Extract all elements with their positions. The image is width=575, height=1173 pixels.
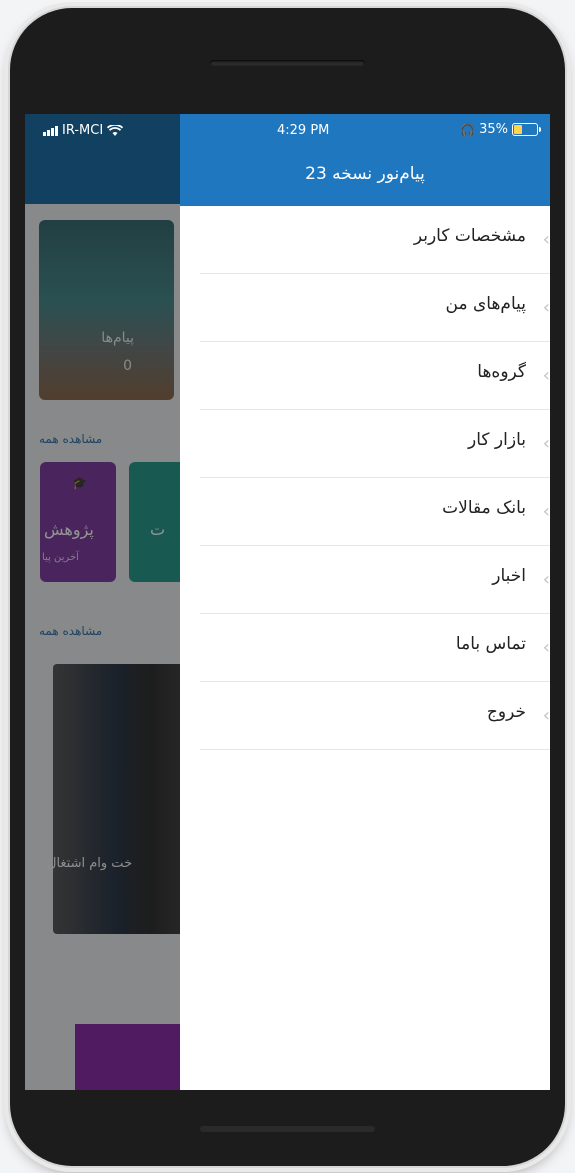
menu-item-job-market[interactable]: بازار کار ‹ [200,410,550,478]
chevron-left-icon: ‹ [542,229,550,250]
chevron-left-icon: ‹ [542,705,550,726]
chevron-left-icon: ‹ [542,297,550,318]
menu-item-my-messages[interactable]: پیام‌های من ‹ [200,274,550,342]
chevron-left-icon: ‹ [542,501,550,522]
page: پیام‌ها 0 مشاهده همه 🎓 پژوهش آخرین پیا ت… [0,0,575,1173]
chevron-left-icon: ‹ [542,365,550,386]
battery-percent: 35% [479,122,508,137]
clock: 4:29 PM [277,123,330,138]
menu-item-article-bank[interactable]: بانک مقالات ‹ [200,478,550,546]
wifi-icon [107,124,124,136]
menu-item-label: اخبار [492,566,526,586]
signal-icon [43,125,58,136]
menu-item-label: بانک مقالات [442,498,526,518]
carrier-label: IR-MCI [62,123,104,138]
menu-item-label: تماس باما [455,634,526,654]
drawer-menu: مشخصات کاربر ‹ پیام‌های من ‹ گروه‌ها ‹ ب… [200,206,550,750]
menu-item-label: پیام‌های من [445,294,526,314]
navigation-drawer: پیام‌نور نسخه 23 مشخصات کاربر ‹ پیام‌های… [180,114,550,1090]
menu-item-label: بازار کار [468,430,526,450]
speaker-grille [210,60,365,66]
chevron-left-icon: ‹ [542,637,550,658]
status-bar: IR-MCI 4:29 PM 🎧 35% [25,114,550,146]
chevron-left-icon: ‹ [542,433,550,454]
screen: پیام‌ها 0 مشاهده همه 🎓 پژوهش آخرین پیا ت… [25,114,550,1090]
phone-frame: پیام‌ها 0 مشاهده همه 🎓 پژوهش آخرین پیا ت… [10,8,565,1166]
menu-item-contact-us[interactable]: تماس باما ‹ [200,614,550,682]
chevron-left-icon: ‹ [542,569,550,590]
battery-icon [512,123,541,136]
menu-item-label: مشخصات کاربر [413,226,526,246]
menu-item-news[interactable]: اخبار ‹ [200,546,550,614]
menu-item-groups[interactable]: گروه‌ها ‹ [200,342,550,410]
headphones-icon: 🎧 [460,122,476,137]
menu-item-user-profile[interactable]: مشخصات کاربر ‹ [200,206,550,274]
drawer-title: پیام‌نور نسخه 23 [305,164,425,184]
menu-item-label: خروج [486,702,526,722]
home-indicator [200,1126,375,1132]
menu-item-logout[interactable]: خروج ‹ [200,682,550,750]
menu-item-label: گروه‌ها [477,362,526,382]
